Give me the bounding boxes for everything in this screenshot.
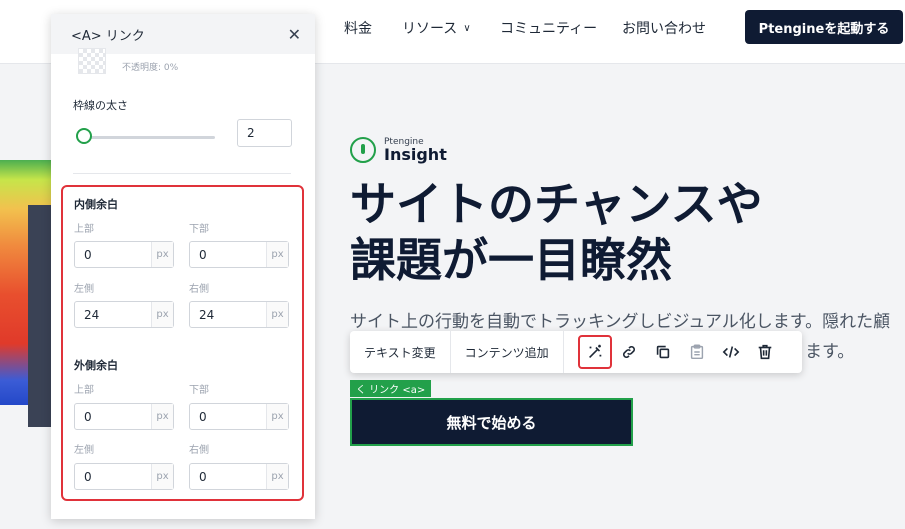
text-change-button[interactable]: テキスト変更 [350, 331, 451, 373]
trash-icon[interactable] [748, 335, 782, 369]
px-unit: px [266, 464, 288, 489]
hero-title-line1: サイトのチャンスや [350, 177, 763, 231]
clipboard-icon[interactable] [680, 335, 714, 369]
padding-bottom-label: 下部 [189, 224, 209, 235]
opacity-label: 不透明度: 0% [122, 63, 179, 73]
nav-pricing[interactable]: 料金 [344, 18, 372, 38]
slider-handle[interactable] [76, 128, 92, 144]
magic-wand-icon[interactable] [577, 335, 612, 369]
hero-title: サイトのチャンスや 課題が一目瞭然 [350, 176, 890, 288]
margin-top-input[interactable]: 0 px [74, 403, 174, 430]
margin-left-value: 0 [84, 470, 92, 484]
px-unit: px [151, 464, 173, 489]
margin-left-input[interactable]: 0 px [74, 463, 174, 490]
px-unit: px [151, 242, 173, 267]
launch-ptengine-button[interactable]: Ptengineを起動する [745, 10, 903, 44]
nav-community[interactable]: コミュニティー [500, 18, 597, 38]
hero-title-line2: 課題が一目瞭然 [350, 233, 672, 287]
nav-contact[interactable]: お問い合わせ [622, 18, 706, 38]
margin-bottom-input[interactable]: 0 px [189, 403, 289, 430]
px-unit: px [151, 404, 173, 429]
bulb-icon [350, 137, 376, 163]
divider [73, 173, 291, 174]
padding-right-input[interactable]: 24 px [189, 301, 289, 328]
px-unit: px [151, 302, 173, 327]
logo-big-text: Insight [384, 144, 447, 164]
border-width-label: 枠線の太さ [73, 99, 128, 112]
px-unit: px [266, 242, 288, 267]
chevron-down-icon: ∨ [463, 23, 471, 34]
add-content-button[interactable]: コンテンツ追加 [451, 331, 564, 373]
padding-top-input[interactable]: 0 px [74, 241, 174, 268]
margin-right-input[interactable]: 0 px [189, 463, 289, 490]
copy-icon[interactable] [646, 335, 680, 369]
nav-resources-label: リソース [402, 21, 458, 37]
padding-right-label: 右側 [189, 284, 209, 295]
color-swatch[interactable] [78, 48, 106, 74]
margin-right-value: 0 [199, 470, 207, 484]
selected-element-tag[interactable]: く リンク <a> [350, 380, 432, 397]
link-properties-panel: <A> リンク ✕ 不透明度: 0% 枠線の太さ 2 内側余白 上部 下部 0 p… [51, 14, 315, 519]
inner-padding-title: 内側余白 [74, 198, 118, 211]
nav-resources[interactable]: リソース ∨ [402, 18, 471, 38]
border-width-slider[interactable] [78, 136, 215, 139]
code-icon[interactable] [714, 335, 748, 369]
px-unit: px [266, 302, 288, 327]
padding-left-input[interactable]: 24 px [74, 301, 174, 328]
padding-top-value: 0 [84, 248, 92, 262]
thumbnail-overlay [28, 205, 52, 427]
ptengine-insight-logo: Ptengine Insight [350, 137, 447, 163]
margin-top-label: 上部 [74, 385, 94, 396]
border-width-input[interactable]: 2 [237, 119, 292, 147]
padding-left-label: 左側 [74, 284, 94, 295]
px-unit: px [266, 404, 288, 429]
element-toolbar: テキスト変更 コンテンツ追加 [350, 331, 802, 373]
margin-left-label: 左側 [74, 445, 94, 456]
highlight-box [61, 185, 304, 501]
padding-top-label: 上部 [74, 224, 94, 235]
margin-bottom-value: 0 [199, 410, 207, 424]
padding-right-value: 24 [199, 308, 215, 322]
start-free-button[interactable]: 無料で始める [350, 398, 633, 446]
close-icon[interactable]: ✕ [288, 25, 301, 44]
link-icon[interactable] [612, 335, 646, 369]
margin-bottom-label: 下部 [189, 385, 209, 396]
margin-top-value: 0 [84, 410, 92, 424]
padding-bottom-value: 0 [199, 248, 207, 262]
padding-left-value: 24 [84, 308, 100, 322]
hero-description-cont: ます。 [805, 342, 855, 362]
panel-title: <A> リンク [71, 28, 145, 44]
margin-right-label: 右側 [189, 445, 209, 456]
padding-bottom-input[interactable]: 0 px [189, 241, 289, 268]
outer-margin-title: 外側余白 [74, 359, 118, 372]
